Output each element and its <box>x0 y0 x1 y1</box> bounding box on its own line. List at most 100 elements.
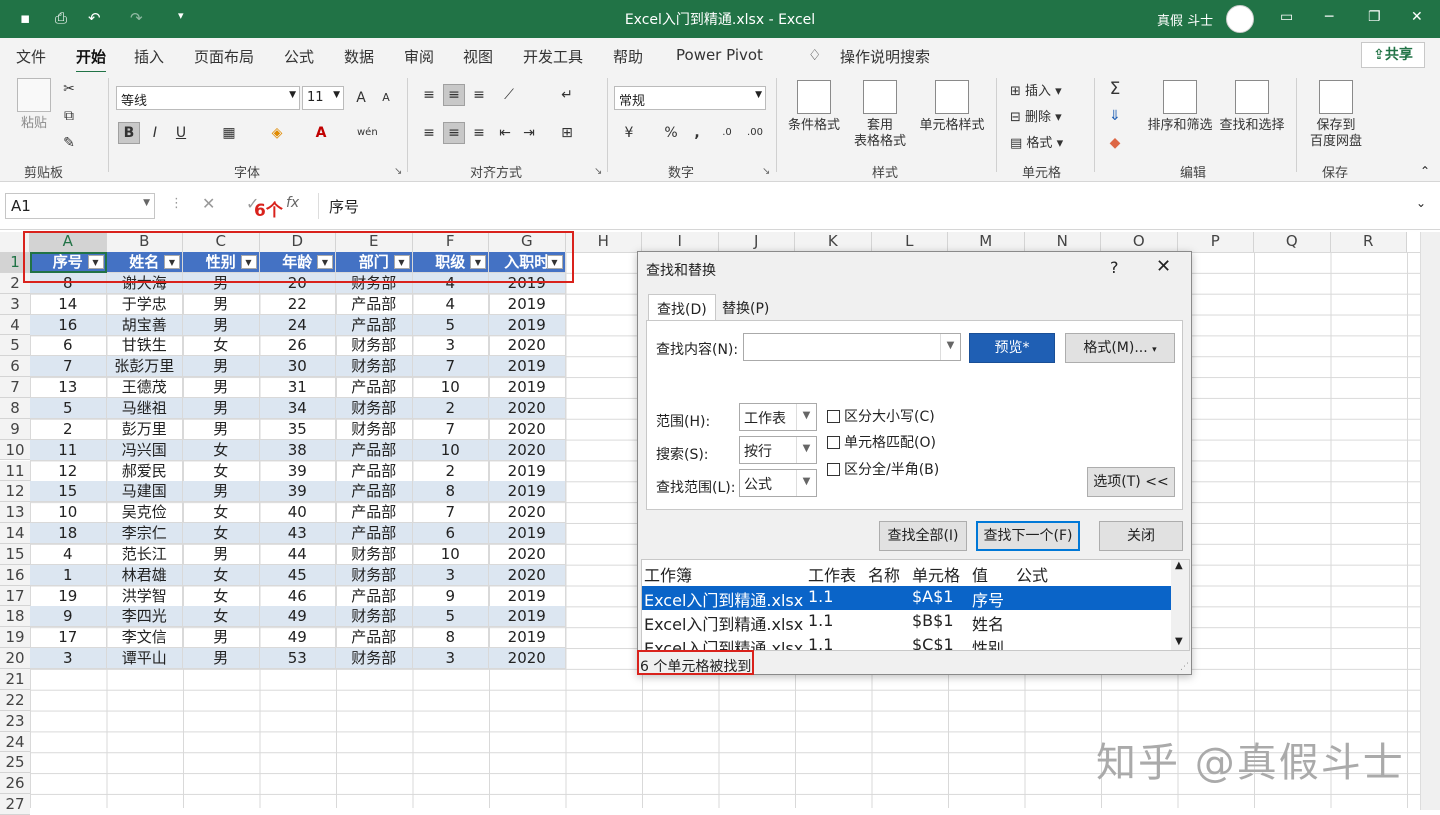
table-cell[interactable]: 24 <box>259 314 336 336</box>
table-cell[interactable]: 3 <box>412 335 489 357</box>
table-cell[interactable]: 45 <box>259 564 336 586</box>
table-cell[interactable]: 谭平山 <box>106 648 183 670</box>
cell-styles-button[interactable]: 单元格样式 <box>918 80 986 134</box>
phonetic-icon[interactable]: wén <box>356 122 378 144</box>
find-next-button[interactable]: 查找下一个(F) <box>976 521 1080 551</box>
table-cell[interactable]: 财务部 <box>336 606 413 628</box>
format-button[interactable]: 格式(M)... ▾ <box>1065 333 1175 363</box>
font-name-box[interactable]: 等线 ▼ <box>116 86 300 110</box>
table-cell[interactable]: 13 <box>30 377 107 399</box>
shrink-font-icon[interactable]: A <box>375 87 397 109</box>
autosum-icon[interactable]: Σ <box>1104 78 1126 100</box>
table-cell[interactable]: 男 <box>183 377 260 399</box>
insert-cells-button[interactable]: ⊞ 插入 ▾ <box>1010 80 1062 99</box>
row-header[interactable]: 20 <box>0 648 30 669</box>
table-cell[interactable]: 马继祖 <box>106 397 183 419</box>
close-icon[interactable]: ✕ <box>1156 256 1171 277</box>
row-header[interactable]: 25 <box>0 752 30 774</box>
sort-filter-button[interactable]: 排序和筛选 <box>1146 80 1214 134</box>
row-header[interactable]: 12 <box>0 481 30 503</box>
table-cell[interactable]: 2019 <box>489 460 566 482</box>
table-cell[interactable]: 郝爱民 <box>106 460 183 482</box>
align-center-icon[interactable]: ≡ <box>443 122 465 144</box>
close-icon[interactable]: ✕ <box>1411 9 1423 25</box>
table-cell[interactable]: 34 <box>259 397 336 419</box>
table-cell[interactable]: 2020 <box>489 439 566 461</box>
table-cell[interactable]: 女 <box>183 439 260 461</box>
table-cell[interactable]: 2019 <box>489 481 566 503</box>
table-cell[interactable]: 男 <box>183 418 260 440</box>
table-cell[interactable]: 35 <box>259 418 336 440</box>
format-as-table-button[interactable]: 套用 表格格式 <box>846 80 914 150</box>
table-cell[interactable]: 39 <box>259 460 336 482</box>
row-header[interactable]: 17 <box>0 585 30 607</box>
cut-icon[interactable]: ✂ <box>58 78 80 100</box>
table-cell[interactable]: 2020 <box>489 418 566 440</box>
table-cell[interactable]: 2020 <box>489 564 566 586</box>
table-cell[interactable]: 10 <box>30 502 107 524</box>
increase-decimal-icon[interactable]: .0 <box>716 122 738 144</box>
table-cell[interactable]: 49 <box>259 627 336 649</box>
column-header[interactable]: P <box>1177 232 1254 252</box>
decrease-decimal-icon[interactable]: .00 <box>744 122 766 144</box>
options-button[interactable]: 选项(T) << <box>1087 467 1175 497</box>
table-cell[interactable]: 王德茂 <box>106 377 183 399</box>
table-cell[interactable]: 3 <box>30 648 107 670</box>
help-button[interactable]: ? <box>1110 258 1119 277</box>
tab-view[interactable]: 视图 <box>463 46 493 67</box>
minimize-icon[interactable]: ─ <box>1325 9 1333 25</box>
table-cell[interactable]: 产品部 <box>336 314 413 336</box>
table-cell[interactable]: 9 <box>30 606 107 628</box>
table-cell[interactable]: 2019 <box>489 627 566 649</box>
tab-help[interactable]: 帮助 <box>613 46 643 67</box>
table-cell[interactable]: 3 <box>412 648 489 670</box>
row-header[interactable]: 14 <box>0 523 30 544</box>
row-header[interactable]: 7 <box>0 377 30 398</box>
dialog-launcher-icon[interactable]: ↘ <box>594 166 602 177</box>
search-order-select[interactable]: 按行 ▼ <box>739 436 817 464</box>
insert-function-icon[interactable]: fx <box>286 195 299 211</box>
font-color-icon[interactable]: A <box>310 122 332 144</box>
table-cell[interactable]: 2 <box>412 460 489 482</box>
column-header[interactable]: O <box>1101 232 1178 252</box>
column-header[interactable]: L <box>871 232 948 252</box>
table-cell[interactable]: 5 <box>412 314 489 336</box>
table-cell[interactable]: 4 <box>412 293 489 315</box>
table-cell[interactable]: 26 <box>259 335 336 357</box>
table-cell[interactable]: 男 <box>183 293 260 315</box>
result-row[interactable]: Excel入门到精通.xlsx 1.1 $C$1 性别 <box>642 634 1172 650</box>
table-cell[interactable]: 财务部 <box>336 564 413 586</box>
result-row[interactable]: Excel入门到精通.xlsx 1.1 $B$1 姓名 <box>642 610 1172 634</box>
table-cell[interactable]: 39 <box>259 481 336 503</box>
table-cell[interactable]: 财务部 <box>336 543 413 565</box>
table-cell[interactable]: 2020 <box>489 502 566 524</box>
tell-me-search[interactable]: 操作说明搜索 <box>840 46 930 67</box>
table-cell[interactable]: 2019 <box>489 585 566 607</box>
table-cell[interactable]: 30 <box>259 356 336 378</box>
row-header[interactable]: 4 <box>0 314 30 336</box>
column-header[interactable]: Q <box>1254 232 1331 252</box>
column-header[interactable]: H <box>565 232 642 252</box>
table-cell[interactable]: 19 <box>30 585 107 607</box>
avatar[interactable] <box>1226 5 1254 33</box>
align-left-icon[interactable]: ≡ <box>418 122 440 144</box>
column-header[interactable]: K <box>795 232 872 252</box>
ribbon-display-icon[interactable]: ▭ <box>1280 9 1293 25</box>
tab-review[interactable]: 审阅 <box>404 46 434 67</box>
table-cell[interactable]: 2019 <box>489 377 566 399</box>
table-cell[interactable]: 产品部 <box>336 293 413 315</box>
row-header[interactable]: 9 <box>0 418 30 440</box>
percent-button[interactable]: % <box>660 122 682 144</box>
table-cell[interactable]: 2019 <box>489 293 566 315</box>
row-header[interactable]: 22 <box>0 689 30 711</box>
table-cell[interactable]: 2 <box>412 397 489 419</box>
table-cell[interactable]: 3 <box>412 564 489 586</box>
table-cell[interactable]: 9 <box>412 585 489 607</box>
tab-developer[interactable]: 开发工具 <box>523 46 583 67</box>
currency-icon[interactable]: ¥ <box>618 122 640 144</box>
row-header[interactable]: 26 <box>0 773 30 795</box>
table-cell[interactable]: 1 <box>30 564 107 586</box>
table-cell[interactable]: 2019 <box>489 606 566 628</box>
table-cell[interactable]: 女 <box>183 523 260 545</box>
align-middle-icon[interactable]: ≡ <box>443 84 465 106</box>
